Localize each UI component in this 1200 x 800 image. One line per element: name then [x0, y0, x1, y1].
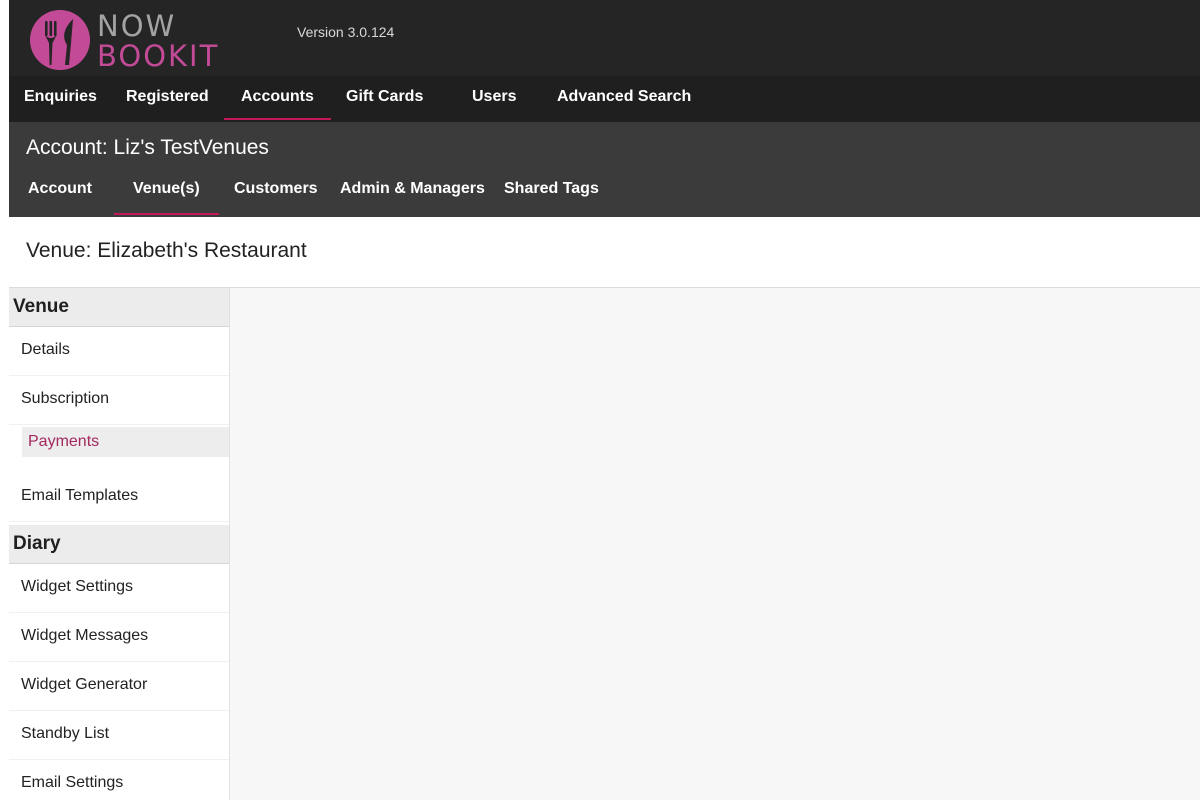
app-frame: NOW BOOKIT Version 3.0.124 Enquiries Reg… — [9, 0, 1200, 800]
nowbookit-logo[interactable]: NOW BOOKIT — [29, 9, 219, 71]
sidebar-item-widget-generator[interactable]: Widget Generator — [9, 662, 229, 711]
sidebar-item-email-templates[interactable]: Email Templates — [9, 473, 229, 522]
section-venue: Venue — [9, 288, 229, 327]
venue-title: Venue: Elizabeth's Restaurant — [26, 239, 307, 262]
nav-registered[interactable]: Registered — [126, 76, 209, 122]
nav-accounts[interactable]: Accounts — [224, 76, 331, 122]
nav-users[interactable]: Users — [472, 76, 516, 122]
sidebar-item-payments[interactable]: Payments — [22, 427, 230, 457]
sidebar-item-standby-list[interactable]: Standby List — [9, 711, 229, 760]
tab-account[interactable]: Account — [28, 180, 92, 198]
account-title: Account: Liz's TestVenues — [26, 136, 269, 159]
logo-bookit: BOOKIT — [97, 39, 220, 73]
sidebar-item-details[interactable]: Details — [9, 327, 229, 376]
main-content-area — [229, 288, 1200, 800]
logo-text: NOW BOOKIT — [97, 11, 219, 71]
top-header: NOW BOOKIT Version 3.0.124 — [9, 0, 1200, 76]
tab-customers[interactable]: Customers — [234, 180, 318, 198]
sidebar-item-payments-row: Payments — [9, 419, 230, 468]
main-nav: Enquiries Registered Accounts Gift Cards… — [9, 76, 1200, 122]
sidebar-item-widget-settings[interactable]: Widget Settings — [9, 564, 229, 613]
tab-shared-tags[interactable]: Shared Tags — [504, 180, 599, 198]
tab-venues[interactable]: Venue(s) — [114, 180, 219, 215]
venue-sidebar: Venue Details Subscription Payments Emai… — [9, 288, 230, 800]
logo-now: NOW — [97, 9, 177, 43]
sidebar-item-widget-messages[interactable]: Widget Messages — [9, 613, 229, 662]
sidebar-item-email-settings[interactable]: Email Settings — [9, 760, 229, 800]
account-bar: Account: Liz's TestVenues Account Venue(… — [9, 122, 1200, 217]
fork-knife-icon — [30, 10, 90, 70]
nav-advanced-search[interactable]: Advanced Search — [557, 76, 691, 122]
tab-admin-managers[interactable]: Admin & Managers — [340, 180, 485, 198]
nav-enquiries[interactable]: Enquiries — [24, 76, 97, 122]
sidebar-item-subscription[interactable]: Subscription — [9, 376, 229, 425]
section-diary: Diary — [9, 525, 229, 564]
nav-gift-cards[interactable]: Gift Cards — [346, 76, 423, 122]
version-label: Version 3.0.124 — [297, 24, 395, 40]
venue-header: Venue: Elizabeth's Restaurant — [9, 217, 1200, 288]
